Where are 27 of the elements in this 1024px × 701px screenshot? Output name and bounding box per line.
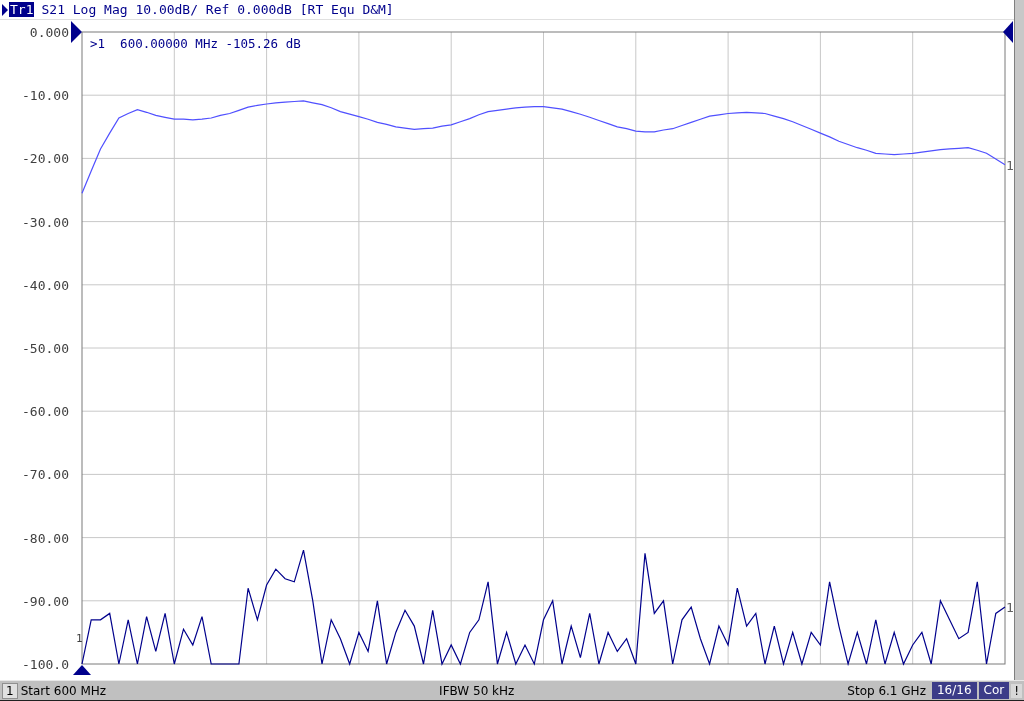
reference-triangle-icon <box>71 21 82 43</box>
marker-number-label: 1 <box>76 632 83 645</box>
sweep-count: 16/16 <box>931 682 977 699</box>
y-tick-label: -10.00 <box>22 88 69 104</box>
trace-end-label: 1 <box>1006 600 1014 616</box>
stop-frequency: Stop 6.1 GHz <box>847 683 926 698</box>
trace-settings: S21 Log Mag 10.00dB/ Ref 0.000dB [RT Equ D&M] <box>41 2 394 17</box>
if-bandwidth: IFBW 50 kHz <box>438 683 516 698</box>
warning-indicator: ! <box>1011 683 1022 698</box>
y-tick-label: -80.00 <box>22 530 69 546</box>
y-tick-label: -20.00 <box>22 151 69 167</box>
start-frequency: Start 600 MHz <box>20 683 107 698</box>
y-tick-label: -40.00 <box>22 277 69 293</box>
y-tick-label: -100.0 <box>22 657 69 672</box>
y-tick-label: -50.00 <box>22 341 69 356</box>
channel-number[interactable]: 1 <box>2 682 18 699</box>
y-tick-label: -70.00 <box>22 467 69 483</box>
reference-triangle-icon <box>1003 21 1013 43</box>
triangle-icon <box>2 3 8 16</box>
y-tick-label: 0.000 <box>29 25 69 40</box>
y-tick-label: -90.00 <box>22 593 69 609</box>
y-tick-label: -60.00 <box>22 404 69 420</box>
y-tick-label: -30.00 <box>22 214 69 230</box>
marker-triangle-icon <box>73 665 91 675</box>
correction-status: Cor <box>978 682 1010 699</box>
marker-readout: >1 600.00000 MHz -105.26 dB <box>90 36 301 51</box>
trace-end-label: 1 <box>1006 157 1014 173</box>
